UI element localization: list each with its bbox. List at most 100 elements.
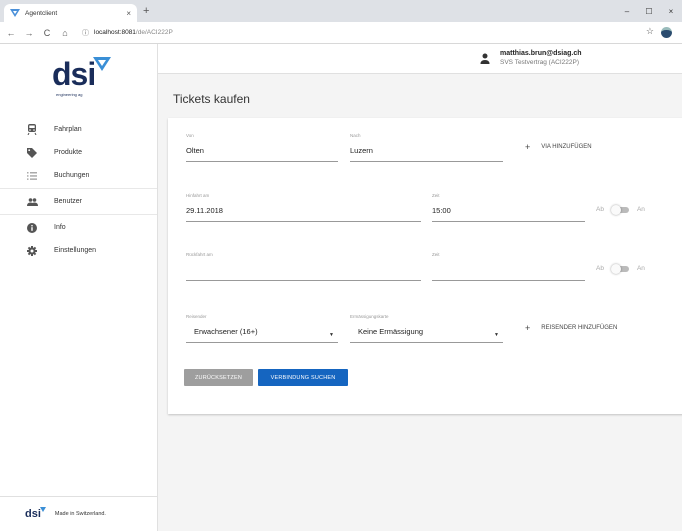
traveler-value[interactable]: Erwachsener (16+) — [186, 327, 338, 338]
to-input[interactable]: Luzern — [350, 146, 503, 157]
close-window-button[interactable]: × — [660, 0, 682, 22]
outbound-date-label: Hinfahrt am — [186, 193, 210, 198]
toggle-switch[interactable] — [610, 263, 629, 274]
logo-subtitle: engineering ag — [56, 92, 83, 97]
logo-triangle-icon — [93, 57, 111, 71]
toggle-on-label: An — [636, 206, 645, 213]
people-icon — [26, 196, 38, 208]
dsi-logo[interactable]: dsi engineering ag — [52, 56, 122, 100]
back-button[interactable]: ← — [4, 26, 18, 40]
sidebar-item-label: Benutzer — [54, 198, 83, 205]
add-via-label: VIA HINZUFÜGEN — [541, 144, 592, 150]
tab-close-icon[interactable]: × — [126, 9, 131, 18]
info-icon — [26, 222, 38, 234]
app-header: matthias.brun@dsiag.ch SVS Testvertrag (… — [158, 44, 682, 74]
browser-address-bar: ← → C ⌂ ⓘ localhost:8081/de/ACI222P — [0, 22, 682, 44]
sidebar-item-label: Einstellungen — [54, 247, 97, 254]
return-time-underline — [432, 280, 585, 281]
reset-button[interactable]: ZURÜCKSETZEN — [184, 369, 253, 386]
plus-icon: + — [525, 142, 531, 152]
to-field[interactable]: Nach Luzern — [350, 133, 503, 162]
toggle-knob — [610, 204, 621, 215]
add-via-button[interactable]: + VIA HINZUFÜGEN — [525, 142, 592, 152]
minimize-button[interactable]: – — [616, 0, 638, 22]
train-icon — [26, 124, 38, 136]
nav-divider — [0, 214, 157, 215]
outbound-time-input[interactable]: 15:00 — [432, 206, 585, 217]
outbound-date-input[interactable]: 29.11.2018 — [186, 206, 421, 217]
profile-avatar[interactable] — [661, 27, 672, 38]
ticket-search-form: Von Olten Nach Luzern + VIA HINZUFÜGEN H… — [168, 118, 682, 414]
bookmark-star-icon[interactable]: ☆ — [646, 26, 654, 37]
discount-label: Ermässigungskarte — [350, 314, 389, 319]
sidebar-item-benutzer[interactable]: Benutzer — [0, 190, 157, 213]
return-date-underline — [186, 280, 421, 281]
tag-icon — [26, 147, 38, 159]
outbound-date-underline — [186, 221, 421, 222]
browser-tab[interactable]: Agentclient × — [4, 4, 137, 22]
footer-text: Made in Switzerland. — [54, 511, 106, 517]
outbound-time-field[interactable]: Zeit 15:00 — [432, 193, 585, 222]
from-field[interactable]: Von Olten — [186, 133, 338, 162]
return-time-input[interactable] — [432, 265, 585, 276]
from-input[interactable]: Olten — [186, 146, 338, 157]
return-date-label: Rückfahrt am — [186, 252, 213, 257]
add-traveler-label: REISENDER HINZUFÜGEN — [541, 325, 618, 331]
discount-select[interactable]: Ermässigungskarte Keine Ermässigung ▼ — [350, 314, 503, 343]
sidebar-item-label: Buchungen — [54, 172, 90, 179]
user-contract: SVS Testvertrag (ACI222P) — [500, 59, 579, 66]
outbound-departure-arrival-toggle[interactable]: Ab An — [596, 204, 645, 215]
dropdown-arrow-icon: ▼ — [329, 332, 334, 338]
return-time-label: Zeit — [432, 252, 440, 257]
footer-logo-triangle-icon — [40, 507, 46, 512]
add-traveler-button[interactable]: + REISENDER HINZUFÜGEN — [525, 323, 617, 333]
sidebar-item-produkte[interactable]: Produkte — [0, 141, 157, 164]
toggle-on-label: An — [636, 265, 645, 272]
outbound-time-underline — [432, 221, 585, 222]
logo-text: dsi — [52, 56, 96, 92]
return-time-field[interactable]: Zeit — [432, 252, 585, 281]
home-button[interactable]: ⌂ — [58, 26, 72, 40]
traveler-label: Reisender — [186, 314, 207, 319]
dsi-favicon-icon — [10, 8, 20, 18]
sidebar-item-label: Fahrplan — [54, 126, 82, 133]
window-controls: – ☐ × — [616, 0, 682, 22]
toggle-switch[interactable] — [610, 204, 629, 215]
gear-icon — [26, 245, 38, 257]
outbound-time-label: Zeit — [432, 193, 440, 198]
outbound-date-field[interactable]: Hinfahrt am 29.11.2018 — [186, 193, 421, 222]
discount-underline — [350, 342, 503, 343]
return-departure-arrival-toggle[interactable]: Ab An — [596, 263, 645, 274]
toggle-knob — [610, 263, 621, 274]
person-icon — [480, 53, 490, 64]
to-underline — [350, 161, 503, 162]
sidebar-footer: dsi Made in Switzerland. — [0, 496, 157, 531]
sidebar-item-buchungen[interactable]: Buchungen — [0, 164, 157, 187]
plus-icon: + — [525, 323, 531, 333]
page-title: Tickets kaufen — [173, 92, 250, 106]
traveler-select[interactable]: Reisender Erwachsener (16+) ▼ — [186, 314, 338, 343]
return-date-input[interactable] — [186, 265, 421, 276]
new-tab-button[interactable]: + — [143, 4, 149, 18]
main-content: Tickets kaufen Von Olten Nach Luzern + V… — [158, 74, 682, 531]
discount-value[interactable]: Keine Ermässigung — [350, 327, 503, 338]
sidebar-item-fahrplan[interactable]: Fahrplan — [0, 118, 157, 141]
nav-divider — [0, 188, 157, 189]
maximize-button[interactable]: ☐ — [638, 0, 660, 22]
user-info[interactable]: matthias.brun@dsiag.ch SVS Testvertrag (… — [480, 50, 582, 66]
site-info-icon[interactable]: ⓘ — [82, 28, 89, 38]
reload-button[interactable]: C — [40, 26, 54, 40]
traveler-underline — [186, 342, 338, 343]
user-email: matthias.brun@dsiag.ch — [500, 50, 582, 57]
forward-button[interactable]: → — [22, 26, 36, 40]
sidebar-nav: Fahrplan Produkte Buchungen Benutzer Inf… — [0, 118, 157, 262]
to-label: Nach — [350, 133, 361, 138]
sidebar-item-einstellungen[interactable]: Einstellungen — [0, 239, 157, 262]
sidebar-item-info[interactable]: Info — [0, 216, 157, 239]
url-input[interactable]: ⓘ localhost:8081/de/ACI222P — [78, 25, 177, 41]
return-date-field[interactable]: Rückfahrt am — [186, 252, 421, 281]
from-underline — [186, 161, 338, 162]
list-icon — [26, 170, 38, 182]
sidebar-item-label: Info — [54, 224, 66, 231]
search-connection-button[interactable]: VERBINDUNG SUCHEN — [258, 369, 348, 386]
